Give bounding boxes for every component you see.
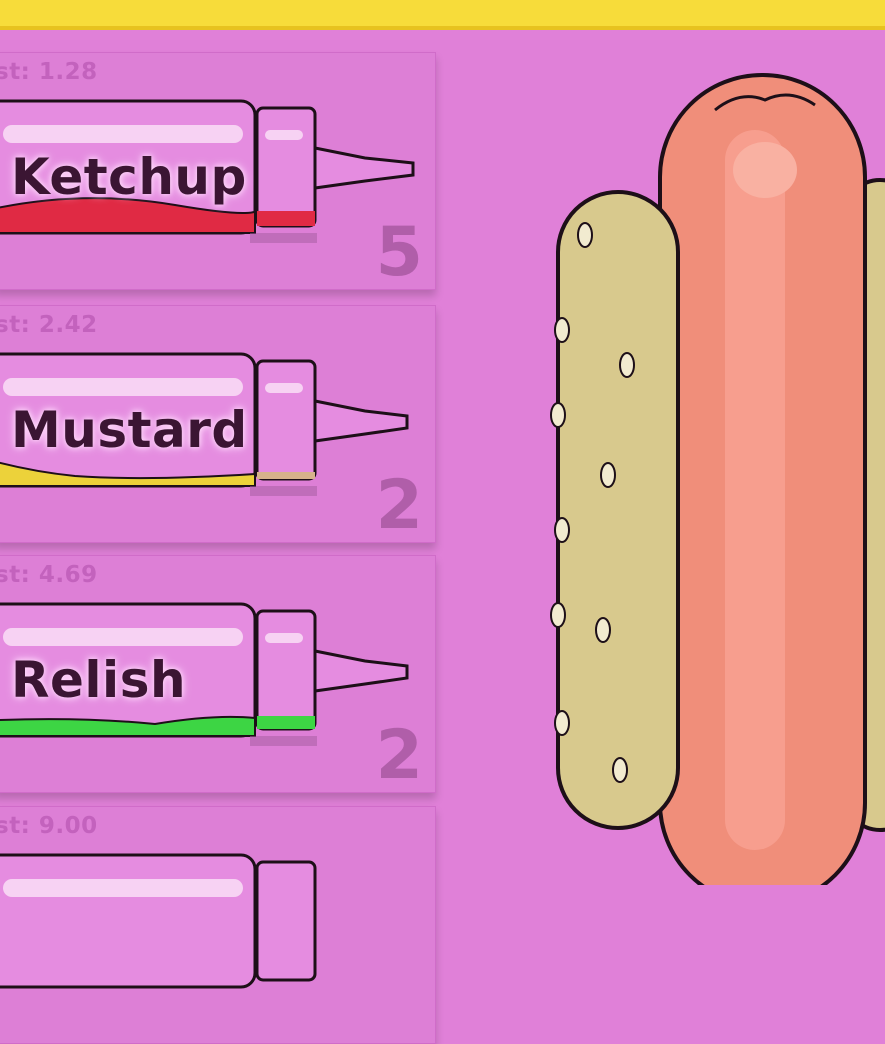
cost-label: st: 2.42	[0, 312, 98, 338]
top-bar	[0, 0, 885, 30]
condiment-name: Mustard	[11, 401, 248, 459]
cost-label: st: 1.28	[0, 59, 98, 85]
condiment-panel-ketchup[interactable]: st: 1.28 Ketchup 5	[0, 52, 436, 290]
condiment-bottle-icon	[0, 853, 317, 989]
condiment-panel-mustard[interactable]: st: 2.42 Mustard 2	[0, 305, 436, 543]
condiment-name: Ketchup	[11, 148, 247, 206]
cost-label: st: 9.00	[0, 813, 98, 839]
condiment-panel-relish[interactable]: st: 4.69 Relish 2	[0, 555, 436, 793]
count-value: 2	[375, 716, 423, 793]
hotdog-icon[interactable]	[540, 70, 885, 885]
condiment-panel-4[interactable]: st: 9.00	[0, 806, 436, 1044]
count-value: 5	[375, 213, 423, 290]
count-value: 2	[375, 466, 423, 543]
cost-label: st: 4.69	[0, 562, 98, 588]
condiment-name: Relish	[11, 651, 187, 709]
